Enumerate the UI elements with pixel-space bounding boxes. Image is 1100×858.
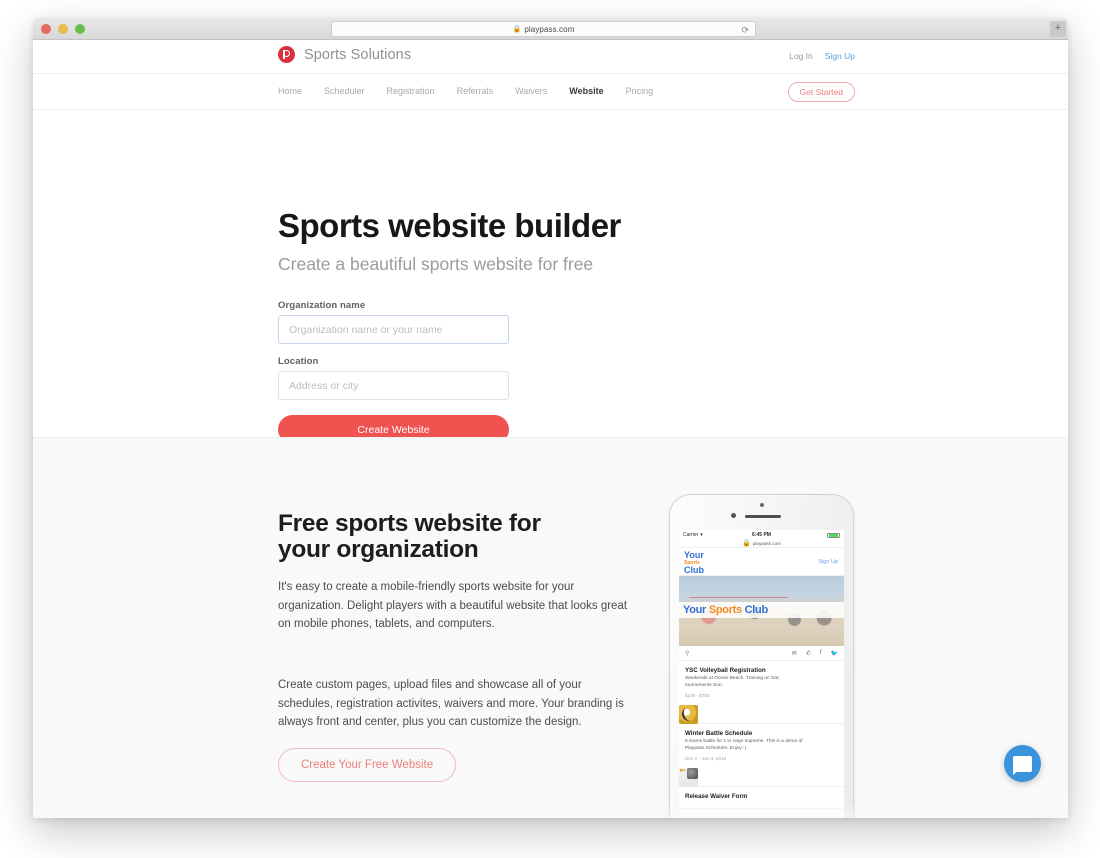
organization-name-label: Organization name — [278, 300, 366, 311]
search-icon[interactable]: ⚲ — [685, 650, 689, 657]
hero-subtitle: Create a beautiful sports website for fr… — [278, 254, 594, 274]
nav-items: Home Scheduler Registration Referrals Wa… — [278, 86, 653, 96]
list-item[interactable]: Release Waiver Form — [679, 787, 844, 809]
twitter-icon[interactable]: 🐦 — [831, 650, 838, 657]
list-item[interactable]: YSC Volleyball Registration Weekends at … — [679, 661, 844, 724]
brand-name: Sports Solutions — [304, 46, 412, 63]
create-your-free-website-button[interactable]: Create Your Free Website — [278, 748, 457, 782]
phone-time: 6:45 PM — [752, 531, 771, 538]
phone-banner-title: Your Sports Club — [679, 602, 844, 618]
get-started-button[interactable]: Get Started — [787, 82, 855, 102]
phone-carrier-label: Carrier — [683, 531, 699, 538]
lock-icon: 🔒 — [742, 539, 751, 547]
browser-titlebar: 🔒 playpass.com ⟳ + — [33, 18, 1068, 40]
volleyball-icon — [679, 704, 698, 724]
list-item-meta: Dec 2 – Jan 4, 2019 — [685, 755, 727, 761]
phone-camera-icon — [759, 503, 764, 507]
minimize-window-button[interactable] — [58, 24, 68, 34]
lock-icon: 🔒 — [512, 25, 522, 33]
nav-item-waivers[interactable]: Waivers — [515, 86, 547, 96]
browser-window: 🔒 playpass.com ⟳ + Sports Solutions Log … — [33, 18, 1068, 818]
hero-section: Sports website builder Create a beautifu… — [33, 110, 1068, 444]
phone-icon[interactable]: ✆ — [806, 650, 811, 657]
close-window-button[interactable] — [41, 24, 51, 34]
url-text-wrapper: 🔒 playpass.com — [513, 25, 575, 34]
phone-carrier: Carrier ▾ — [683, 532, 703, 538]
list-item[interactable]: Winter Battle Schedule 6 teams battle fo… — [679, 724, 844, 787]
banner-word-3: Club — [744, 604, 769, 616]
phone-signup-link[interactable]: Sign Up — [818, 559, 838, 565]
phone-site-nav: Your Sports Club Sign Up — [679, 548, 844, 576]
list-item-title: Release Waiver Form — [685, 792, 748, 800]
list-item-title: YSC Volleyball Registration — [685, 667, 766, 674]
banner-word-2: Sports — [708, 604, 742, 616]
phone-social-bar: ⚲ ✉ ✆ f 🐦 — [679, 646, 844, 661]
page-title: Sports website builder — [278, 207, 621, 244]
phone-sensor-icon — [731, 513, 736, 518]
social-icons: ✉ ✆ f 🐦 — [792, 650, 838, 657]
playpass-p-logo-icon — [278, 46, 295, 63]
phone-status-bar: Carrier ▾ 6:45 PM — [679, 530, 844, 539]
address-bar[interactable]: 🔒 playpass.com ⟳ — [331, 21, 756, 37]
section-title: Free sports website for your organizatio… — [278, 510, 541, 564]
free-website-section: Free sports website for your organizatio… — [33, 437, 1068, 818]
nav-item-website[interactable]: Website — [569, 86, 603, 96]
nav-item-referrals[interactable]: Referrals — [457, 86, 494, 96]
section-paragraph-2: Create custom pages, upload files and sh… — [278, 679, 624, 729]
nav-item-registration[interactable]: Registration — [387, 86, 435, 96]
reload-icon[interactable]: ⟳ — [741, 25, 749, 35]
logo-line-3: Club — [684, 565, 704, 575]
nav-item-home[interactable]: Home — [278, 86, 302, 96]
phone-hero-photo: Your Sports Club — [679, 576, 844, 646]
brand-logo[interactable]: Sports Solutions — [278, 46, 411, 63]
organization-name-input[interactable] — [278, 315, 509, 344]
nav-item-pricing[interactable]: Pricing — [626, 86, 654, 96]
window-traffic-lights — [41, 24, 85, 34]
phone-speaker-icon — [745, 515, 781, 518]
location-label: Location — [278, 356, 319, 367]
list-item-desc: 6 teams battle for 1 to reign supreme. T… — [685, 738, 803, 751]
list-item-meta: $100 - $750 — [685, 692, 710, 698]
section-paragraph-1: It's easy to create a mobile-friendly sp… — [278, 581, 628, 631]
list-item-desc: Weekends at Ocean Beach. Training on Sat… — [685, 676, 780, 688]
signup-link[interactable]: Sign Up — [825, 51, 855, 61]
list-item-title: Winter Battle Schedule — [685, 729, 753, 737]
header-account-links: Log In Sign Up — [789, 51, 855, 61]
logo-line-1: Your — [684, 550, 704, 560]
your-sports-club-logo[interactable]: Your Sports Club — [684, 551, 704, 575]
battery-icon — [827, 532, 840, 538]
wifi-icon: ▾ — [700, 531, 703, 538]
new-tab-button[interactable]: + — [1050, 21, 1066, 37]
phone-url-text: playpass.com — [752, 540, 781, 546]
nav-item-scheduler[interactable]: Scheduler — [324, 86, 365, 96]
phone-screen: Carrier ▾ 6:45 PM 🔒 playpass.com Your Sp… — [679, 530, 844, 818]
facebook-icon[interactable]: f — [820, 650, 822, 657]
url-text: playpass.com — [524, 24, 575, 34]
mail-icon[interactable]: ✉ — [792, 650, 797, 657]
site-header: Sports Solutions Log In Sign Up — [33, 40, 1068, 74]
login-link[interactable]: Log In — [789, 51, 813, 61]
banner-word-1: Your — [683, 604, 707, 616]
location-input[interactable] — [278, 371, 509, 400]
maximize-window-button[interactable] — [75, 24, 85, 34]
site-nav: Home Scheduler Registration Referrals Wa… — [33, 74, 1068, 110]
chat-widget-button[interactable] — [1004, 745, 1041, 782]
web-page: Sports Solutions Log In Sign Up Home Sch… — [33, 40, 1068, 818]
chat-bubble-icon — [1013, 755, 1032, 775]
battle-icon — [679, 767, 698, 787]
phone-mockup: Carrier ▾ 6:45 PM 🔒 playpass.com Your Sp… — [663, 494, 860, 818]
phone-address-bar: 🔒 playpass.com — [679, 539, 844, 548]
